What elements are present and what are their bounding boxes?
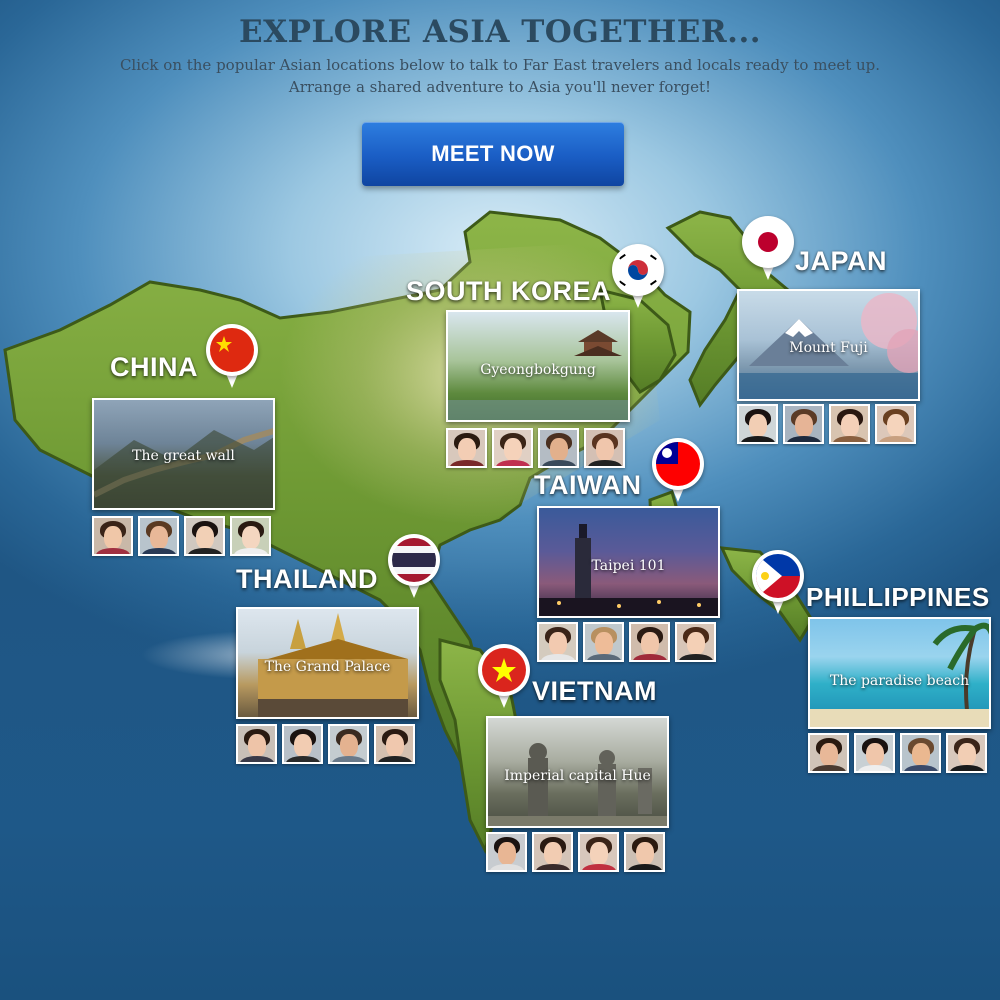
- avatar[interactable]: [486, 832, 527, 872]
- avatar[interactable]: [829, 404, 870, 444]
- avatar[interactable]: [737, 404, 778, 444]
- avatar[interactable]: [492, 428, 533, 468]
- china-label[interactable]: CHINA: [110, 352, 198, 383]
- thailand-avatars: [236, 724, 415, 764]
- vietnam-label[interactable]: VIETNAM: [532, 676, 657, 707]
- china-pin[interactable]: [206, 324, 258, 390]
- vietnam-landmark-caption: Imperial capital Hue: [504, 768, 651, 784]
- page-subtitle-line-2: Arrange a shared adventure to Asia you'l…: [288, 78, 712, 96]
- avatar[interactable]: [578, 832, 619, 872]
- avatar[interactable]: [854, 733, 895, 773]
- taiwan-label[interactable]: TAIWAN: [534, 470, 641, 501]
- china-landmark-caption: The great wall: [132, 448, 235, 464]
- avatar[interactable]: [629, 622, 670, 662]
- thailand-label[interactable]: THAILAND: [236, 564, 378, 595]
- meet-now-button[interactable]: MEET NOW: [362, 122, 624, 186]
- china-landmark-photo[interactable]: The great wall: [92, 398, 275, 510]
- japan-landmark-photo[interactable]: Mount Fuji: [737, 289, 920, 401]
- avatar[interactable]: [783, 404, 824, 444]
- japan-pin[interactable]: [742, 216, 794, 282]
- vietnam-pin[interactable]: [478, 644, 530, 710]
- avatar[interactable]: [236, 724, 277, 764]
- japan-label[interactable]: JAPAN: [795, 246, 887, 277]
- avatar[interactable]: [537, 622, 578, 662]
- taiwan-landmark-photo[interactable]: Taipei 101: [537, 506, 720, 618]
- japan-avatars: [737, 404, 916, 444]
- taiwan-pin[interactable]: [652, 438, 704, 504]
- avatar[interactable]: [875, 404, 916, 444]
- philippines-label[interactable]: PHILLIPPINES: [806, 582, 990, 613]
- avatar[interactable]: [900, 733, 941, 773]
- taiwan-flag-icon: [656, 442, 700, 486]
- philippines-landmark-photo[interactable]: The paradise beach: [808, 617, 991, 729]
- south-korea-landmark-caption: Gyeongbokgung: [480, 362, 596, 378]
- south-korea-landmark-photo[interactable]: Gyeongbokgung: [446, 310, 630, 422]
- avatar[interactable]: [624, 832, 665, 872]
- avatar[interactable]: [584, 428, 625, 468]
- avatar[interactable]: [92, 516, 133, 556]
- avatar[interactable]: [675, 622, 716, 662]
- thailand-landmark-photo[interactable]: The Grand Palace: [236, 607, 419, 719]
- thailand-flag-icon: [392, 538, 436, 582]
- china-flag-icon: [210, 328, 254, 372]
- avatar[interactable]: [328, 724, 369, 764]
- avatar[interactable]: [184, 516, 225, 556]
- south-korea-pin[interactable]: [612, 244, 664, 310]
- avatar[interactable]: [138, 516, 179, 556]
- avatar[interactable]: [808, 733, 849, 773]
- vietnam-avatars: [486, 832, 665, 872]
- avatar[interactable]: [282, 724, 323, 764]
- south-korea-label[interactable]: SOUTH KOREA: [406, 276, 611, 307]
- page-title: EXPLORE ASIA TOGETHER...: [238, 14, 762, 50]
- south-korea-flag-icon: [616, 248, 660, 292]
- thailand-pin[interactable]: [388, 534, 440, 600]
- vietnam-landmark-photo[interactable]: Imperial capital Hue: [486, 716, 669, 828]
- avatar[interactable]: [446, 428, 487, 468]
- philippines-flag-icon: [756, 554, 800, 598]
- page-subtitle-line-1: Click on the popular Asian locations bel…: [119, 56, 881, 74]
- avatar[interactable]: [583, 622, 624, 662]
- japan-flag-icon: [746, 220, 790, 264]
- philippines-pin[interactable]: [752, 550, 804, 616]
- taiwan-avatars: [537, 622, 716, 662]
- vietnam-flag-icon: [482, 648, 526, 692]
- avatar[interactable]: [538, 428, 579, 468]
- japan-landmark-caption: Mount Fuji: [789, 340, 868, 356]
- china-avatars: [92, 516, 271, 556]
- philippines-avatars: [808, 733, 987, 773]
- avatar[interactable]: [946, 733, 987, 773]
- avatar[interactable]: [532, 832, 573, 872]
- avatar[interactable]: [374, 724, 415, 764]
- south-korea-avatars: [446, 428, 625, 468]
- taiwan-landmark-caption: Taipei 101: [591, 558, 666, 574]
- philippines-landmark-caption: The paradise beach: [829, 673, 970, 689]
- page-header: EXPLORE ASIA TOGETHER... Click on the po…: [0, 10, 1000, 98]
- thailand-landmark-caption: The Grand Palace: [264, 659, 391, 675]
- avatar[interactable]: [230, 516, 271, 556]
